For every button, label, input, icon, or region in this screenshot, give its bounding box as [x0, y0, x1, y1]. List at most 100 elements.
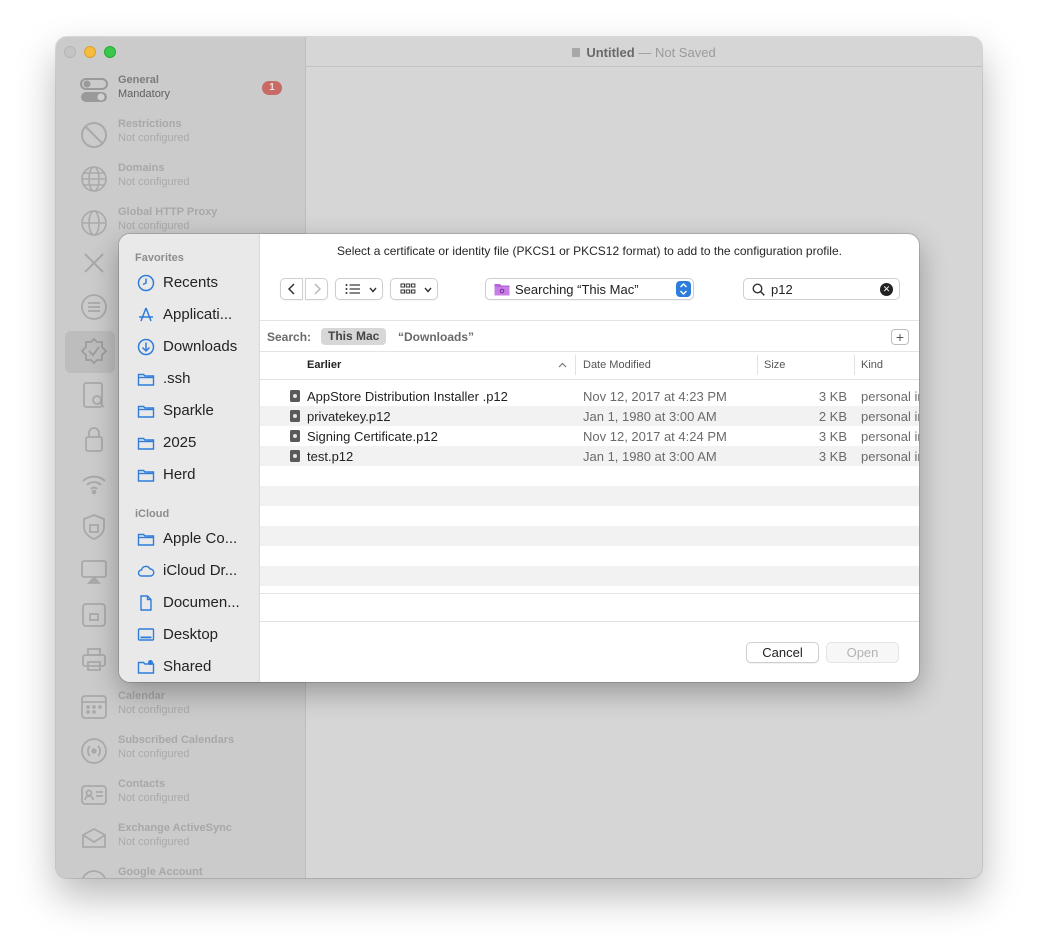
- chevron-down-icon: [369, 287, 377, 293]
- clear-search-icon[interactable]: ✕: [880, 283, 893, 296]
- payload-name: Subscribed Calendars: [118, 734, 235, 746]
- location-popup[interactable]: Searching “This Mac”: [485, 278, 694, 300]
- shared-folder-icon: [137, 658, 155, 676]
- document-search-icon: [80, 381, 108, 409]
- payload-item-google-account[interactable]: Google Account: [80, 866, 285, 878]
- sidebar-item-label: Desktop: [163, 626, 219, 643]
- sidebar-item-desktop[interactable]: Desktop: [135, 622, 253, 648]
- footer-divider: [260, 621, 919, 622]
- payload-item-subscribed-calendars[interactable]: Subscribed Calendars Not configured: [80, 734, 285, 770]
- group-by-button[interactable]: [390, 278, 438, 300]
- column-header-size[interactable]: Size: [764, 359, 785, 371]
- forward-button[interactable]: [305, 278, 328, 300]
- payload-name: Global HTTP Proxy: [118, 206, 218, 218]
- scope-this-mac[interactable]: This Mac: [321, 328, 387, 345]
- sidebar-item-herd[interactable]: Herd: [135, 462, 253, 488]
- printer-icon: [80, 645, 108, 673]
- certificate-file-icon: [290, 410, 300, 422]
- open-button[interactable]: Open: [826, 642, 899, 663]
- sidebar-item-label: Shared: [163, 658, 212, 675]
- certificate-file-icon: [290, 430, 300, 442]
- save-status: Not Saved: [654, 45, 716, 60]
- applications-icon: [137, 306, 155, 324]
- payload-name: Calendar: [118, 690, 166, 702]
- scope-downloads[interactable]: “Downloads”: [398, 330, 474, 344]
- sidebar-item-documents[interactable]: Documen...: [135, 590, 253, 616]
- payload-item-exchange-activesync[interactable]: Exchange ActiveSync Not configured: [80, 822, 285, 858]
- column-divider[interactable]: [575, 355, 576, 375]
- payload-status: Not configured: [118, 836, 190, 848]
- certificate-file-icon: [290, 450, 300, 462]
- empty-row: [260, 486, 919, 506]
- empty-row: [260, 526, 919, 546]
- payload-item-general[interactable]: General Mandatory: [80, 74, 285, 110]
- folder-icon: [137, 402, 155, 420]
- sidebar-item-label: .ssh: [163, 370, 191, 387]
- add-search-criteria-button[interactable]: +: [891, 329, 909, 345]
- calendar-icon: [80, 693, 108, 721]
- download-icon: [137, 338, 155, 356]
- file-date: Jan 1, 1980 at 3:00 AM: [583, 449, 717, 464]
- file-kind: personal information exchange: [861, 429, 919, 444]
- file-date: Nov 12, 2017 at 4:23 PM: [583, 389, 727, 404]
- payload-item-calendar[interactable]: Calendar Not configured: [80, 690, 285, 726]
- sidebar-item-apple-configurator[interactable]: Apple Co...: [135, 526, 253, 552]
- sidebar-item-label: Recents: [163, 274, 219, 291]
- sidebar-item-label: Downloads: [163, 338, 238, 355]
- sidebar-item-label: Applicati...: [163, 306, 233, 323]
- column-header-kind[interactable]: Kind: [861, 359, 883, 371]
- file-row[interactable]: AppStore Distribution Installer .p12 Nov…: [260, 386, 919, 406]
- list-circle-icon: [80, 293, 108, 321]
- view-mode-button[interactable]: [335, 278, 383, 300]
- sidebar-item-ssh[interactable]: .ssh: [135, 366, 253, 392]
- globe-icon: [80, 165, 108, 193]
- sidebar-item-recents[interactable]: Recents: [135, 270, 253, 296]
- sidebar-item-label: Herd: [163, 466, 196, 483]
- file-name: test.p12: [307, 449, 354, 464]
- sidebar-item-sparkle[interactable]: Sparkle: [135, 398, 253, 424]
- sidebar-item-icloud-drive[interactable]: iCloud Dr...: [135, 558, 253, 584]
- file-row[interactable]: test.p12 Jan 1, 1980 at 3:00 AM 3 KB per…: [260, 446, 919, 466]
- window-minimize-button[interactable]: [84, 46, 96, 58]
- sidebar-item-label: 2025: [163, 434, 197, 451]
- inbox-icon: [80, 825, 108, 853]
- window-zoom-button[interactable]: [104, 46, 116, 58]
- payload-status: Not configured: [118, 792, 190, 804]
- file-kind: personal information exchange: [861, 409, 919, 424]
- payload-item-domains[interactable]: Domains Not configured: [80, 162, 285, 198]
- column-header-date[interactable]: Date Modified: [583, 359, 651, 371]
- search-input[interactable]: [771, 282, 871, 297]
- location-label: Searching “This Mac”: [515, 282, 639, 297]
- payload-item-restrictions[interactable]: Restrictions Not configured: [80, 118, 285, 154]
- file-row[interactable]: privatekey.p12 Jan 1, 1980 at 3:00 AM 2 …: [260, 406, 919, 426]
- sidebar-item-shared[interactable]: Shared: [135, 654, 253, 680]
- column-divider[interactable]: [757, 355, 758, 375]
- certificate-file-icon: [290, 390, 300, 402]
- document-icon: [137, 594, 155, 612]
- dialog-main: Select a certificate or identity file (P…: [260, 234, 919, 682]
- column-divider[interactable]: [854, 355, 855, 375]
- chevron-left-icon: [287, 283, 295, 295]
- list-view-icon: [345, 284, 360, 294]
- payload-item-contacts[interactable]: Contacts Not configured: [80, 778, 285, 814]
- payload-status: Not configured: [118, 176, 190, 188]
- search-field[interactable]: ✕: [743, 278, 900, 300]
- payload-name: General: [118, 74, 159, 86]
- sidebar-item-label: Sparkle: [163, 402, 214, 419]
- popup-stepper-icon: [676, 281, 691, 297]
- sidebar-item-applications[interactable]: Applicati...: [135, 302, 253, 328]
- file-row[interactable]: Signing Certificate.p12 Nov 12, 2017 at …: [260, 426, 919, 446]
- column-header-name[interactable]: Earlier: [307, 359, 341, 371]
- window-close-button[interactable]: [64, 46, 76, 58]
- back-button[interactable]: [280, 278, 303, 300]
- payload-status: Not configured: [118, 220, 190, 232]
- column-header-row: Earlier Date Modified Size Kind: [260, 352, 919, 380]
- folder-icon: [137, 434, 155, 452]
- sidebar-item-downloads[interactable]: Downloads: [135, 334, 253, 360]
- cancel-button[interactable]: Cancel: [746, 642, 819, 663]
- sidebar-item-2025[interactable]: 2025: [135, 430, 253, 456]
- smart-folder-icon: [494, 284, 510, 296]
- title-separator: —: [638, 45, 652, 60]
- empty-row: [260, 466, 919, 486]
- folder-icon: [137, 466, 155, 484]
